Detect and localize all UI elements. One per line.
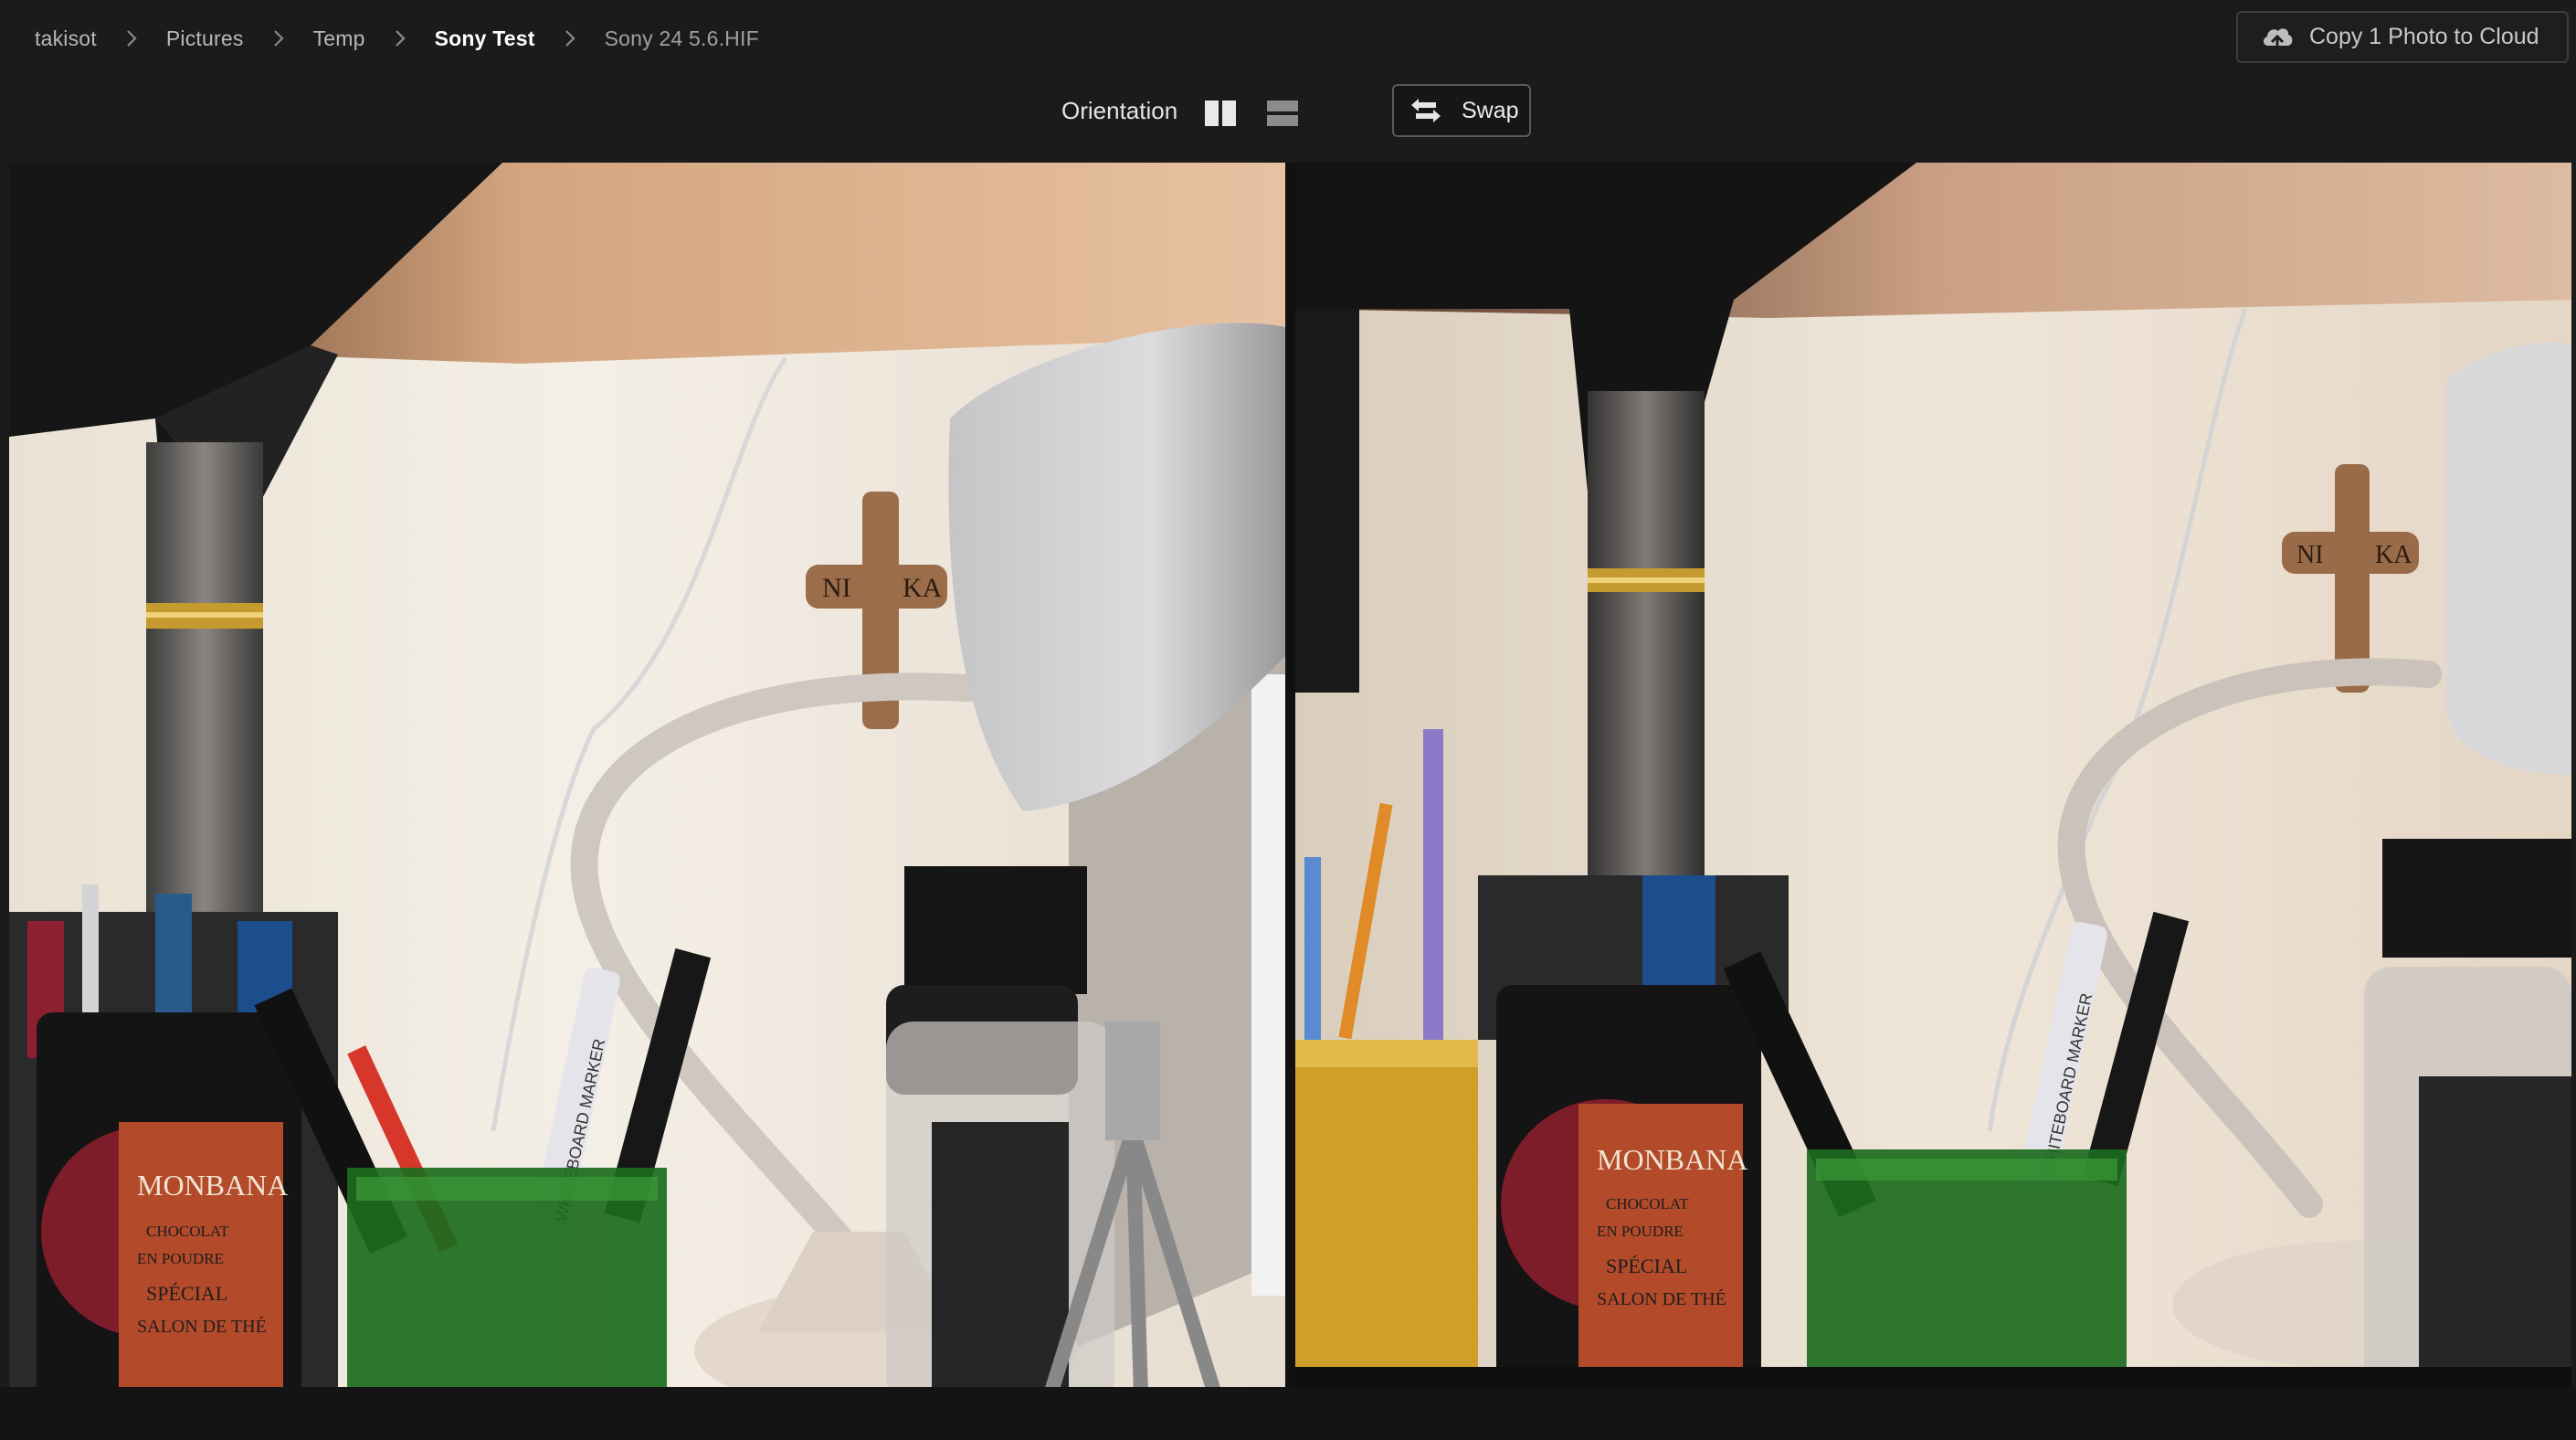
orientation-label: Orientation <box>1061 97 1178 124</box>
cloud-upload-icon <box>2260 22 2295 53</box>
swap-button[interactable]: Swap <box>1392 84 1531 137</box>
top-bar: takisot Pictures Temp Sony Test Sony 24 … <box>0 0 2576 77</box>
stacked-icon <box>1267 101 1298 126</box>
chocolate-line1-text: CHOCOLAT <box>1606 1195 1689 1212</box>
chocolate-brand-text: MONBANA <box>1597 1143 1747 1176</box>
side-by-side-icon <box>1205 101 1236 126</box>
cross-text-right: KA <box>2375 541 2412 569</box>
bottom-strip <box>0 1387 2576 1440</box>
compare-view: takisot Pictures Temp Sony Test Sony 24 … <box>0 0 2576 1440</box>
right-photo: NI KA MONBANA CHOCOLAT EN POUDRE SPÉCIAL… <box>1295 163 2571 1425</box>
cross-text-right: KA <box>903 573 943 603</box>
chocolate-line2-text: EN POUDRE <box>1597 1223 1684 1240</box>
chocolate-line4-text: SALON DE THÉ <box>1597 1288 1726 1309</box>
breadcrumb-item-file: Sony 24 5.6.HIF <box>604 26 759 50</box>
copy-to-cloud-button[interactable]: Copy 1 Photo to Cloud <box>2236 11 2569 63</box>
orientation-side-by-side-button[interactable] <box>1202 95 1239 132</box>
breadcrumb: takisot Pictures Temp Sony Test Sony 24 … <box>35 22 759 55</box>
chocolate-line3-text: SPÉCIAL <box>146 1282 227 1305</box>
chevron-right-icon <box>365 22 435 55</box>
swap-arrows-icon <box>1409 95 1443 126</box>
chevron-right-icon <box>535 22 605 55</box>
left-photo: NI KA MONBANA CHOCOLAT EN POUDRE SPÉCIAL… <box>9 163 1285 1425</box>
pane-divider <box>1285 163 1295 1425</box>
right-photo-pane[interactable]: NI KA MONBANA CHOCOLAT EN POUDRE SPÉCIAL… <box>1295 163 2571 1425</box>
chevron-right-icon <box>97 22 166 55</box>
left-photo-pane[interactable]: NI KA MONBANA CHOCOLAT EN POUDRE SPÉCIAL… <box>9 163 1285 1425</box>
breadcrumb-item-sony-test[interactable]: Sony Test <box>435 26 535 51</box>
orientation-stacked-button[interactable] <box>1264 95 1301 132</box>
chocolate-brand-text: MONBANA <box>137 1169 288 1202</box>
chocolate-line4-text: SALON DE THÉ <box>137 1316 267 1337</box>
chocolate-line2-text: EN POUDRE <box>137 1250 224 1267</box>
chocolate-line3-text: SPÉCIAL <box>1606 1255 1687 1277</box>
breadcrumb-item-pictures[interactable]: Pictures <box>166 26 244 51</box>
chevron-right-icon <box>244 22 313 55</box>
chocolate-line1-text: CHOCOLAT <box>146 1223 229 1240</box>
copy-to-cloud-label: Copy 1 Photo to Cloud <box>2309 24 2539 49</box>
cross-text-left: NI <box>822 573 851 603</box>
compare-toolbar: Orientation Swap <box>0 77 2576 161</box>
breadcrumb-item-temp[interactable]: Temp <box>313 26 365 51</box>
swap-label: Swap <box>1462 97 1519 123</box>
breadcrumb-item-takisot[interactable]: takisot <box>35 26 97 51</box>
cross-text-left: NI <box>2296 541 2324 569</box>
